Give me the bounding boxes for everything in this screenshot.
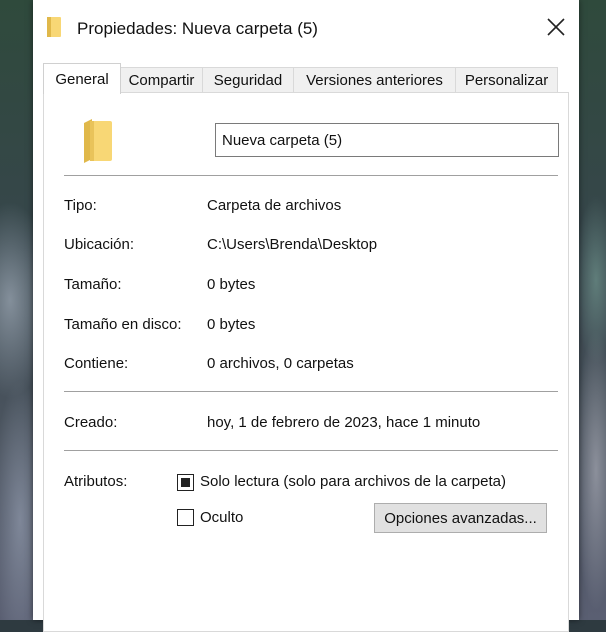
contains-label: Contiene: bbox=[64, 355, 129, 372]
size-value: 0 bytes bbox=[207, 276, 256, 293]
location-value: C:\Users\Brenda\Desktop bbox=[207, 236, 378, 253]
hidden-label[interactable]: Oculto bbox=[200, 509, 243, 526]
close-icon bbox=[547, 18, 565, 36]
hidden-checkbox[interactable] bbox=[177, 509, 194, 526]
tab-general[interactable]: General bbox=[43, 63, 121, 94]
tab-seguridad[interactable]: Seguridad bbox=[202, 67, 294, 93]
tab-personalizar[interactable]: Personalizar bbox=[455, 67, 558, 93]
folder-icon bbox=[84, 119, 112, 163]
tab-compartir[interactable]: Compartir bbox=[120, 67, 203, 93]
contains-value: 0 archivos, 0 carpetas bbox=[207, 355, 354, 372]
created-label: Creado: bbox=[64, 414, 118, 431]
advanced-options-button[interactable]: Opciones avanzadas... bbox=[374, 503, 547, 533]
size-on-disk-label: Tamaño en disco: bbox=[64, 316, 182, 333]
size-on-disk-value: 0 bytes bbox=[207, 316, 256, 333]
separator bbox=[64, 175, 558, 176]
size-label: Tamaño: bbox=[64, 276, 122, 293]
created-value: hoy, 1 de febrero de 2023, hace 1 minuto bbox=[207, 414, 481, 431]
properties-dialog: Propiedades: Nueva carpeta (5) General C… bbox=[33, 0, 579, 632]
folder-icon bbox=[47, 17, 61, 37]
read-only-label[interactable]: Solo lectura (solo para archivos de la c… bbox=[200, 473, 506, 490]
tab-versiones-anteriores[interactable]: Versiones anteriores bbox=[293, 67, 456, 93]
folder-name-input[interactable] bbox=[215, 123, 559, 157]
type-value: Carpeta de archivos bbox=[207, 197, 342, 214]
title-bar[interactable]: Propiedades: Nueva carpeta (5) bbox=[33, 0, 579, 56]
separator bbox=[64, 391, 558, 392]
location-label: Ubicación: bbox=[64, 236, 135, 253]
attributes-label: Atributos: bbox=[64, 473, 128, 490]
window-title: Propiedades: Nueva carpeta (5) bbox=[77, 19, 318, 38]
close-button[interactable] bbox=[533, 8, 579, 46]
read-only-checkbox[interactable] bbox=[177, 474, 194, 491]
type-label: Tipo: bbox=[64, 197, 97, 214]
general-panel: Tipo: Carpeta de archivos Ubicación: C:\… bbox=[43, 92, 569, 632]
separator bbox=[64, 450, 558, 451]
